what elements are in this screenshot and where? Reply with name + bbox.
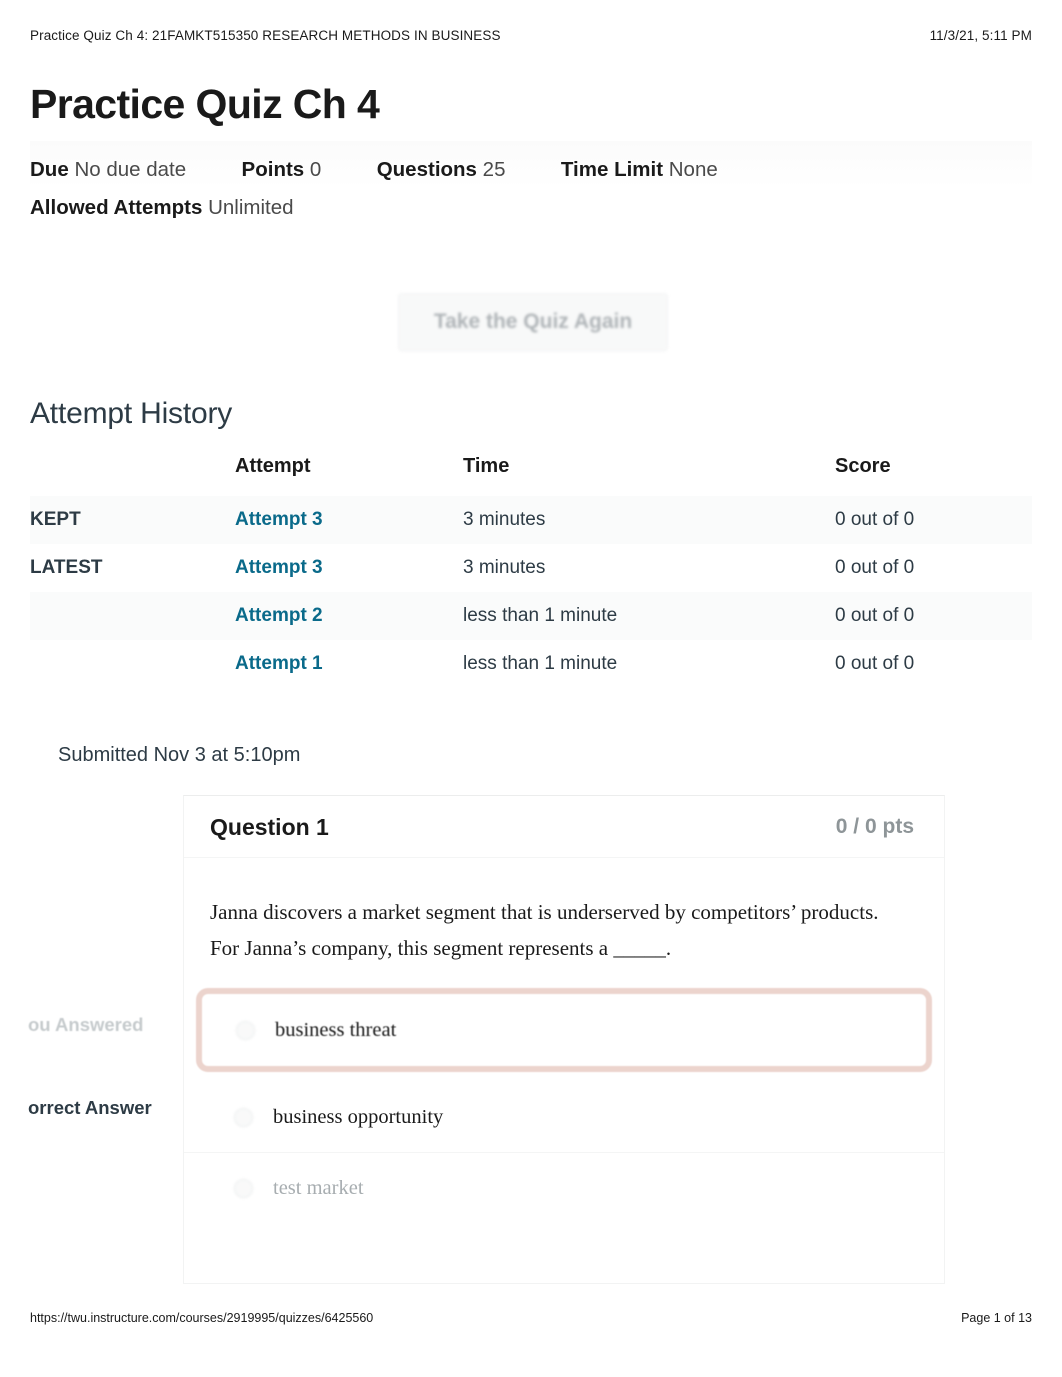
question-number: Question 1 [210,813,329,840]
time-limit-label: Time Limit [560,158,664,182]
row-attempt-cell: Attempt 2 [235,591,463,640]
submitted-timestamp: Submitted Nov 3 at 5:10pm [58,743,301,766]
row-attempt-cell: Attempt 3 [235,495,463,544]
table-row: Attempt 2 less than 1 minute 0 out of 0 [30,591,1032,640]
table-row: KEPT Attempt 3 3 minutes 0 out of 0 [30,495,1032,544]
question-points: 0 / 0 pts [835,815,914,839]
print-header-timestamp: 11/3/21, 5:11 PM [929,28,1032,43]
quiz-meta-row-1: Due No due date Points 0 Questions 25 Ti… [30,151,1032,189]
radio-button-icon[interactable] [234,1178,253,1198]
answer-option-correct[interactable]: business opportunity [184,1082,944,1152]
table-header-row: Attempt Time Score [30,455,1032,496]
row-time: 3 minutes [463,556,546,578]
page-content: Practice Quiz Ch 4 Due No due date Point… [0,70,1062,1352]
correct-answer-label: orrect Answer [28,1097,152,1118]
column-header-flag [30,455,235,496]
print-footer: https://twu.instructure.com/courses/2919… [30,1311,1032,1325]
print-header: Practice Quiz Ch 4: 21FAMKT515350 RESEAR… [30,28,1032,43]
column-header-attempt: Attempt [235,454,311,477]
column-header-time: Time [463,454,510,477]
points-value: 0 [309,158,322,182]
answer-option-label: business threat [275,1018,397,1041]
print-footer-page-number: Page 1 of 13 [961,1311,1032,1325]
table-row: Attempt 1 less than 1 minute 0 out of 0 [30,640,1032,688]
quiz-meta-row-2: Allowed Attempts Unlimited [30,189,1032,227]
radio-button-icon[interactable] [236,1020,255,1040]
row-time: 3 minutes [463,495,835,544]
row-flag [30,591,235,640]
row-attempt-cell: Attempt 1 [235,640,463,688]
attempt-link[interactable]: Attempt 1 [235,653,323,674]
question-card: Question 1 0 / 0 pts Janna discovers a m… [183,794,945,1285]
attempt-history-table: Attempt Time Score KEPT Attempt 3 3 minu… [30,455,1032,688]
row-score: 0 out of 0 [835,591,1032,640]
row-time: less than 1 minute [463,652,618,674]
row-flag: KEPT [30,495,235,544]
print-header-title: Practice Quiz Ch 4: 21FAMKT515350 RESEAR… [30,28,501,43]
question-header: Question 1 0 / 0 pts [184,795,944,858]
row-score: 0 out of 0 [835,495,1032,544]
attempt-link[interactable]: Attempt 3 [235,557,323,578]
time-limit-value: None [668,158,718,182]
page-title: Practice Quiz Ch 4 [30,81,380,127]
row-flag: LATEST [30,556,103,578]
answer-option-label: business opportunity [273,1105,444,1128]
attempt-link[interactable]: Attempt 3 [235,509,323,530]
due-label: Due [30,158,69,182]
table-row: LATEST Attempt 3 3 minutes 0 out of 0 [30,544,1032,592]
answer-options: business threat business opportunity tes… [184,988,944,1283]
row-score: 0 out of 0 [835,556,915,578]
column-header-score: Score [835,454,891,477]
radio-button-icon[interactable] [234,1107,253,1127]
question-text: Janna discovers a market segment that is… [210,899,879,961]
row-score: 0 out of 0 [835,652,915,674]
attempt-link[interactable]: Attempt 2 [235,605,323,626]
points-label: Points [241,158,305,182]
quiz-meta: Due No due date Points 0 Questions 25 Ti… [30,141,1032,227]
you-answered-label: ou Answered [28,1014,144,1035]
due-value: No due date [74,158,187,182]
questions-value: 25 [482,158,506,182]
take-the-quiz-again-button[interactable]: Take the Quiz Again [398,292,668,351]
answer-option[interactable]: test market [184,1152,944,1223]
row-time: less than 1 minute [463,591,835,640]
row-flag [30,640,235,688]
print-footer-url: https://twu.instructure.com/courses/2919… [30,1311,374,1325]
take-quiz-button-zone: Take the Quiz Again [30,285,1032,371]
attempt-history-heading: Attempt History [30,396,233,430]
answer-option-label: test market [273,1176,364,1199]
row-attempt-cell: Attempt 3 [235,544,463,592]
allowed-attempts-label: Allowed Attempts [30,196,203,220]
allowed-attempts-value: Unlimited [208,196,294,220]
answer-option-selected-incorrect[interactable]: business threat [196,988,932,1073]
questions-label: Questions [376,158,477,182]
